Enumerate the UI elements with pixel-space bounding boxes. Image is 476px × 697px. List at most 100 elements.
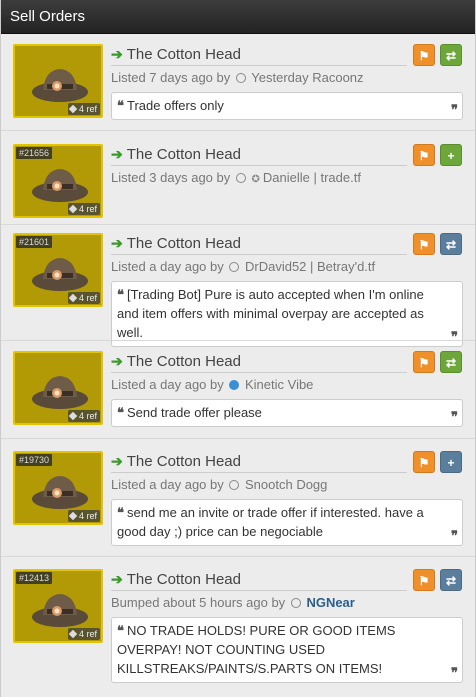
- tag-icon: [68, 511, 78, 521]
- item-title[interactable]: ➔ The Cotton Head: [111, 46, 407, 66]
- item-title[interactable]: ➔ The Cotton Head: [111, 353, 407, 373]
- flag-button[interactable]: ⚑: [413, 144, 435, 166]
- ref-count: 4 ref: [78, 104, 97, 114]
- hat-icon: [32, 69, 88, 102]
- item-thumbnail[interactable]: #21656 4 ref: [13, 144, 103, 218]
- listing-message: ❝ Trade offers only ❞: [111, 92, 463, 120]
- divider: [1, 340, 475, 341]
- user-link[interactable]: Yesterday Racoonz: [251, 70, 363, 85]
- status-circle-icon: [235, 173, 246, 183]
- user-link[interactable]: Danielle | trade.tf: [263, 170, 361, 185]
- item-title[interactable]: ➔ The Cotton Head: [111, 453, 407, 473]
- item-name[interactable]: The Cotton Head: [127, 46, 241, 63]
- item-thumbnail[interactable]: #19730 4 ref: [13, 451, 103, 525]
- flag-button[interactable]: ⚑: [413, 351, 435, 373]
- listed-time: Listed a day ago by: [111, 259, 224, 274]
- item-thumbnail[interactable]: 4 ref: [13, 351, 103, 425]
- tag-icon: [68, 204, 78, 214]
- arrow-right-icon: ➔: [111, 46, 123, 62]
- panel-title: Sell Orders: [1, 0, 475, 34]
- flag-icon: ⚑: [418, 49, 430, 63]
- hat-icon: [32, 594, 88, 627]
- flag-icon: ⚑: [418, 238, 430, 252]
- hat-icon: [32, 376, 88, 409]
- listing-message: ❝ Send trade offer please ❞: [111, 399, 463, 427]
- listed-time: Listed 3 days ago by: [111, 170, 231, 185]
- item-title[interactable]: ➔ The Cotton Head: [111, 571, 407, 591]
- flag-icon: ⚑: [418, 456, 430, 470]
- trade-swap-button[interactable]: ⇄: [440, 351, 462, 373]
- item-name[interactable]: The Cotton Head: [127, 353, 241, 370]
- arrow-right-icon: ➔: [111, 235, 123, 251]
- listing-meta: Listed a day ago by Kinetic Vibe: [111, 377, 313, 392]
- flag-button[interactable]: ⚑: [413, 44, 435, 66]
- item-title[interactable]: ➔ The Cotton Head: [111, 235, 407, 255]
- message-text: Trade offers only: [127, 98, 224, 113]
- listed-time: Listed 7 days ago by: [111, 70, 231, 85]
- trade-swap-button[interactable]: ⇄: [440, 569, 462, 591]
- online-status-icon: [229, 380, 240, 390]
- item-thumbnail[interactable]: 4 ref: [13, 44, 103, 118]
- listed-time: Listed a day ago by: [111, 477, 224, 492]
- listing-message: ❝ [Trading Bot] Pure is auto accepted whe…: [111, 281, 463, 347]
- message-text: NO TRADE HOLDS! PURE OR GOOD ITEMS OVERP…: [117, 623, 396, 676]
- arrow-right-icon: ➔: [111, 453, 123, 469]
- item-id-badge: #19730: [16, 454, 53, 466]
- quote-open-icon: ❝: [117, 405, 124, 420]
- quote-close-icon: ❞: [451, 665, 458, 680]
- flag-icon: ⚑: [418, 356, 430, 370]
- flag-button[interactable]: ⚑: [413, 569, 435, 591]
- item-thumbnail[interactable]: #12413 4 ref: [13, 569, 103, 643]
- user-link[interactable]: DrDavid52 | Betray'd.tf: [245, 259, 375, 274]
- hat-icon: [32, 258, 88, 291]
- quote-open-icon: ❝: [117, 505, 124, 520]
- listing-message: ❝ NO TRADE HOLDS! PURE OR GOOD ITEMS OVER…: [111, 617, 463, 683]
- divider: [1, 130, 475, 131]
- swap-icon: ⇄: [445, 49, 457, 63]
- flag-button[interactable]: ⚑: [413, 451, 435, 473]
- tag-icon: [68, 293, 78, 303]
- flag-icon: ⚑: [418, 149, 430, 163]
- quote-open-icon: ❝: [117, 98, 124, 113]
- add-button[interactable]: +: [440, 144, 462, 166]
- item-name[interactable]: The Cotton Head: [127, 146, 241, 163]
- ref-count: 4 ref: [78, 511, 97, 521]
- message-text: send me an invite or trade offer if inte…: [117, 505, 424, 539]
- ref-count: 4 ref: [78, 204, 97, 214]
- item-thumbnail[interactable]: #21601 4 ref: [13, 233, 103, 307]
- ref-badge: 4 ref: [67, 103, 100, 115]
- hat-icon: [32, 169, 88, 202]
- quote-open-icon: ❝: [117, 287, 124, 302]
- item-title[interactable]: ➔ The Cotton Head: [111, 146, 407, 166]
- message-text: [Trading Bot] Pure is auto accepted when…: [117, 287, 424, 340]
- item-id-badge: #21601: [16, 236, 53, 248]
- trade-swap-button[interactable]: ⇄: [440, 233, 462, 255]
- listing-message: ❝ send me an invite or trade offer if int…: [111, 499, 463, 546]
- item-name[interactable]: The Cotton Head: [127, 235, 241, 252]
- trade-swap-button[interactable]: ⇄: [440, 44, 462, 66]
- flag-button[interactable]: ⚑: [413, 233, 435, 255]
- item-id-badge: #21656: [16, 147, 53, 159]
- add-button[interactable]: +: [440, 451, 462, 473]
- listing-meta: Listed a day ago by Snootch Dogg: [111, 477, 327, 492]
- quote-open-icon: ❝: [117, 623, 124, 638]
- divider: [1, 224, 475, 225]
- quote-close-icon: ❞: [451, 409, 458, 424]
- message-text: Send trade offer please: [127, 405, 262, 420]
- status-circle-icon: [235, 73, 246, 83]
- item-name[interactable]: The Cotton Head: [127, 571, 241, 588]
- listed-time: Bumped about 5 hours ago by: [111, 595, 286, 610]
- item-name[interactable]: The Cotton Head: [127, 453, 241, 470]
- user-link[interactable]: NGNear: [306, 595, 354, 610]
- swap-icon: ⇄: [445, 574, 457, 588]
- user-link[interactable]: Kinetic Vibe: [245, 377, 313, 392]
- swap-icon: ⇄: [445, 238, 457, 252]
- user-link[interactable]: Snootch Dogg: [245, 477, 327, 492]
- listing-meta: Listed 3 days ago by ✪ Danielle | trade.t…: [111, 170, 361, 185]
- ref-count: 4 ref: [78, 629, 97, 639]
- listing-meta: Listed 7 days ago by Yesterday Racoonz: [111, 70, 364, 85]
- status-circle-icon: [229, 480, 240, 490]
- ref-badge: 4 ref: [67, 292, 100, 304]
- ref-count: 4 ref: [78, 293, 97, 303]
- listed-time: Listed a day ago by: [111, 377, 224, 392]
